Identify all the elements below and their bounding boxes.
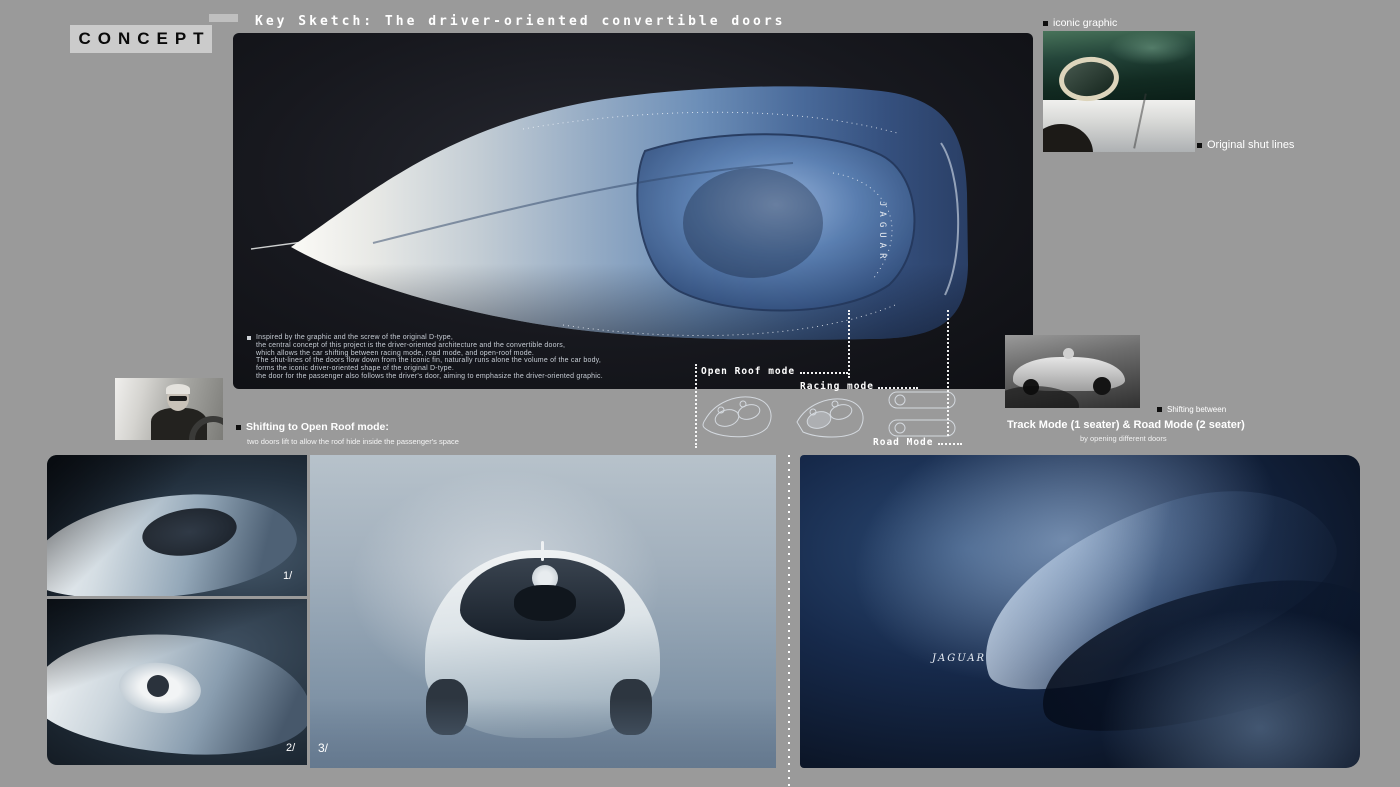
track-road-title: Track Mode (1 seater) & Road Mode (2 sea…	[1007, 419, 1245, 431]
gallery-number-1: 1/	[283, 570, 292, 582]
render-front-quarter-2	[47, 599, 307, 765]
dotted-leader-road	[938, 443, 962, 445]
dotted-leader-open-roof	[800, 372, 848, 374]
dotted-line-vertical-b	[947, 310, 949, 436]
concept-tab-decoration	[209, 14, 238, 22]
shifting-between-caption: Shifting between	[1157, 405, 1226, 414]
dotted-separator-vertical	[788, 455, 790, 787]
driver-photo	[115, 378, 223, 440]
driver-sunglasses	[169, 396, 187, 401]
hero-description-text: Inspired by the graphic and the screw of…	[256, 334, 603, 381]
mode-label-road: Road Mode	[873, 437, 933, 448]
open-roof-note-title-text: Shifting to Open Roof mode:	[246, 421, 389, 433]
bullet-square-icon	[1157, 407, 1162, 412]
mode-label-racing: Racing mode	[800, 381, 874, 392]
track-mode-photo	[1005, 335, 1140, 408]
gallery-number-3: 3/	[318, 741, 328, 755]
shadow-overlay	[47, 599, 307, 765]
fog-overlay	[310, 698, 776, 768]
race-car-wheel	[1093, 377, 1111, 395]
dotted-leader-racing	[878, 387, 918, 389]
shifting-between-text: Shifting between	[1167, 405, 1226, 414]
render-detail-abstract: JAGUAR	[800, 455, 1360, 768]
classic-car-roof-highlight	[1109, 31, 1195, 65]
gallery-number-2: 2/	[286, 742, 295, 754]
driver-figure	[514, 585, 576, 621]
dotted-line-vertical-a	[848, 310, 850, 378]
open-roof-note-body: two doors lift to allow the roof hide in…	[247, 437, 459, 446]
render-front-quarter-1	[47, 455, 307, 596]
bullet-square-icon	[247, 336, 251, 340]
hero-brand-vertical-label: JAGUAR	[877, 201, 887, 264]
mode-label-open-roof: Open Roof mode	[701, 366, 795, 377]
open-roof-note-title: Shifting to Open Roof mode:	[236, 421, 389, 433]
bullet-square-icon	[236, 425, 241, 430]
hero-sketch-panel: JAGUAR Inspired by the graphic and the s…	[233, 33, 1033, 389]
original-shut-lines-text: Original shut lines	[1207, 139, 1294, 151]
dotted-line-vertical-left	[695, 364, 697, 448]
track-road-subtitle: by opening different doors	[1080, 434, 1167, 443]
bullet-square-icon	[1197, 143, 1202, 148]
concept-label-box: CONCEPT	[70, 25, 212, 53]
render-front-view	[310, 455, 776, 768]
presentation-board: CONCEPT Key Sketch: The driver-oriented …	[0, 0, 1400, 787]
shadow-overlay	[47, 455, 307, 596]
race-driver-head	[1063, 348, 1074, 359]
bullet-square-icon	[1043, 21, 1048, 26]
iconic-graphic-caption: iconic graphic	[1043, 17, 1117, 29]
page-title: Key Sketch: The driver-oriented converti…	[255, 14, 786, 29]
original-shut-lines-caption: Original shut lines	[1197, 139, 1294, 151]
driver-hair	[166, 384, 190, 394]
jaguar-script-label: JAGUAR	[932, 653, 986, 664]
concept-label: CONCEPT	[78, 29, 210, 49]
hero-description-block: Inspired by the graphic and the screw of…	[247, 334, 697, 381]
iconic-graphic-caption-text: iconic graphic	[1053, 17, 1117, 29]
car-fin-highlight	[541, 541, 544, 561]
classic-dtype-photo	[1043, 31, 1195, 152]
